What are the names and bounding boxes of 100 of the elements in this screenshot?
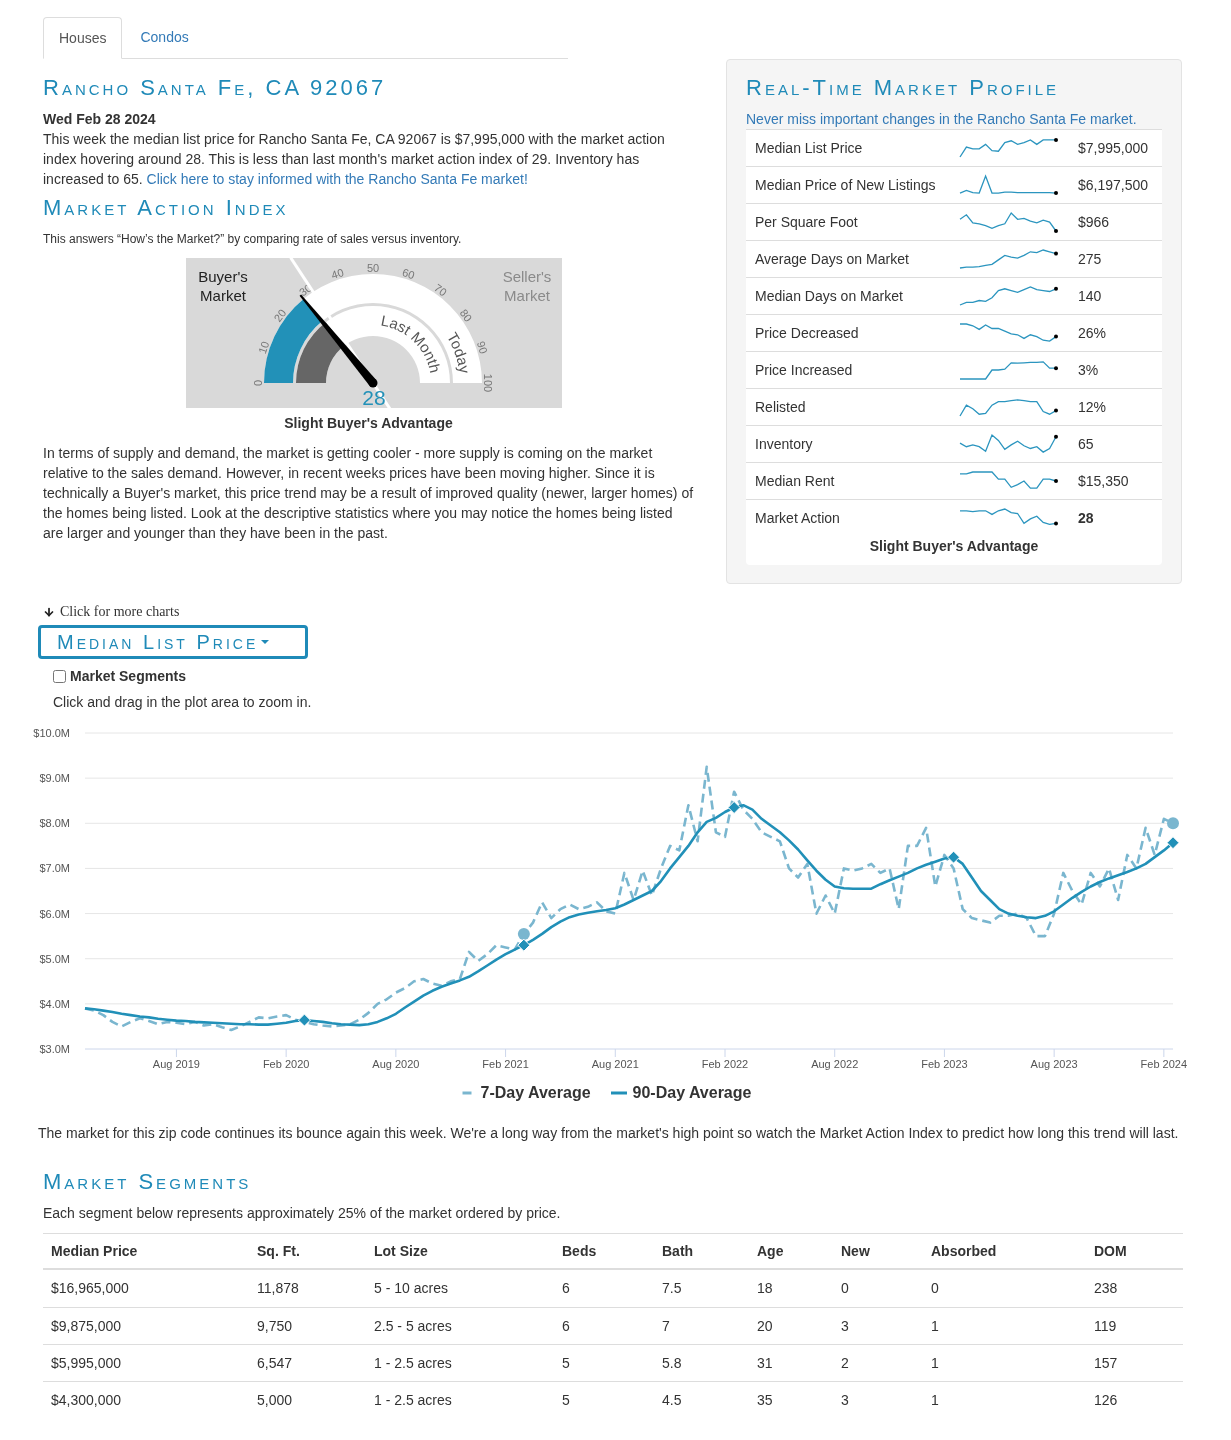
metric-value: 3% <box>1078 360 1099 380</box>
diamond-marker-icon <box>297 1013 311 1027</box>
metric-label: Average Days on Market <box>755 250 909 267</box>
panel-heading: Real-Time Market Profile <box>746 75 1060 101</box>
x-axis-label: Aug 2023 <box>1030 1058 1078 1070</box>
scale-label: 0 <box>254 379 264 387</box>
alerts-link[interactable]: Never miss important changes in the Rancho Santa Fe market. <box>746 109 1137 129</box>
diamond-marker-icon <box>947 850 961 864</box>
scale-label: 90 <box>474 339 490 356</box>
column-header: Median Price <box>51 1242 138 1259</box>
column-header: Lot Size <box>374 1242 428 1259</box>
legend-item[interactable]: 90-Day Average <box>610 1083 752 1103</box>
table-cell: 1 <box>931 1391 939 1408</box>
table-cell: 1 <box>931 1354 939 1371</box>
table-cell: 6 <box>562 1317 570 1334</box>
chart-selector-dropdown[interactable]: Median List Price <box>38 625 308 659</box>
y-axis-label: $9.0M <box>39 772 70 785</box>
table-cell: 6 <box>562 1280 570 1296</box>
analysis-paragraph: In terms of supply and demand, the market is getting cooler - more supply is coming on the market relative to the sales demand. However, in recent weeks prices have been moving higher. Since it is technically a Buyer's market, this price trend may be a result of improved quality (newer, larger homes) of the homes being listed. Look at the descriptive statistics where you may notice the homes being listed are larger and younger than they have been in the past. <box>43 444 694 543</box>
table-cell: $4,300,000 <box>51 1391 122 1408</box>
x-axis-label: Feb 2022 <box>701 1058 749 1070</box>
y-axis-label: $8.0M <box>39 817 70 830</box>
metric-value: 140 <box>1078 286 1102 306</box>
metric-value: $7,995,000 <box>1078 138 1149 158</box>
scale-label: 100 <box>482 373 494 393</box>
metric-value: 275 <box>1078 249 1102 269</box>
y-axis-label: $5.0M <box>39 952 70 965</box>
table-cell: $16,965,000 <box>51 1280 129 1296</box>
table-cell: 1 <box>931 1317 939 1334</box>
x-axis-label: Aug 2021 <box>591 1058 639 1070</box>
metric-label: Price Increased <box>755 361 853 378</box>
metric-label: Median Days on Market <box>755 287 903 304</box>
scale-label: 60 <box>400 266 417 282</box>
column-header: Sq. Ft. <box>257 1242 300 1259</box>
column-header: Bath <box>662 1242 694 1259</box>
table-cell: 7.5 <box>662 1280 682 1296</box>
metric-value: $966 <box>1078 212 1110 232</box>
column-header: Absorbed <box>931 1242 997 1259</box>
y-axis-label: $10.0M <box>33 727 70 739</box>
market-verdict: Slight Buyer's Advantage <box>869 537 1039 556</box>
table-cell: 20 <box>757 1317 773 1334</box>
scale-label: 40 <box>329 266 346 282</box>
table-cell: 0 <box>931 1280 939 1296</box>
y-axis-label: $6.0M <box>39 907 70 920</box>
table-cell: 5,000 <box>257 1391 293 1408</box>
table-cell: 5 <box>562 1354 570 1371</box>
tab[interactable]: Condos <box>124 17 205 58</box>
checkbox-label[interactable]: Market Segments <box>70 668 186 684</box>
table-cell: 18 <box>757 1280 773 1296</box>
table-cell: 157 <box>1094 1354 1118 1371</box>
table-cell: 5 - 10 acres <box>374 1280 448 1296</box>
table-cell: 11,878 <box>257 1280 299 1296</box>
diamond-marker-icon <box>727 801 741 814</box>
metric-value: 12% <box>1078 397 1107 417</box>
x-axis-label: Feb 2021 <box>482 1058 529 1070</box>
scale-label: 10 <box>256 339 272 356</box>
table-cell: 4.5 <box>662 1391 682 1408</box>
date-label: Wed Feb 28 2024 <box>43 110 156 129</box>
metric-label: Per Square Foot <box>755 213 858 230</box>
circle-marker-icon <box>517 927 530 940</box>
metric-label: Market Action <box>755 509 840 526</box>
metric-label: Median Price of New Listings <box>755 176 936 193</box>
x-axis-label: Aug 2019 <box>152 1058 200 1070</box>
metric-value: $6,197,500 <box>1078 175 1149 195</box>
scale-label: 20 <box>271 306 289 324</box>
scale-label: 70 <box>432 281 450 299</box>
more-charts-hint: Click for more charts <box>60 604 180 620</box>
scale-label: 80 <box>457 306 475 324</box>
column-header: DOM <box>1094 1242 1127 1259</box>
table-cell: 1 - 2.5 acres <box>374 1354 452 1371</box>
market-side-label: Buyer's Market <box>197 267 249 305</box>
checkbox[interactable] <box>53 669 66 683</box>
table-cell: 31 <box>757 1354 773 1371</box>
table-cell: 3 <box>841 1317 849 1334</box>
table-cell: 119 <box>1094 1317 1117 1334</box>
section-note: Each segment below represents approximately 25% of the market ordered by price. <box>43 1204 561 1223</box>
newsletter-link[interactable]: Click here to stay informed with the Rancho Santa Fe market! <box>146 171 528 187</box>
metric-label: Median List Price <box>755 139 863 156</box>
y-axis-label: $3.0M <box>39 1043 70 1055</box>
zoom-hint: Click and drag in the plot area to zoom in. <box>53 693 312 711</box>
tab[interactable]: Houses <box>43 17 123 59</box>
table-cell: 3 <box>841 1391 849 1408</box>
x-axis-label: Feb 2020 <box>262 1058 310 1070</box>
legend-item[interactable]: 7-Day Average <box>458 1083 591 1103</box>
x-axis-label: Aug 2022 <box>811 1058 859 1070</box>
section-heading: Market Action Index <box>43 195 289 221</box>
table-cell: 5.8 <box>662 1354 682 1371</box>
table-cell: 1 - 2.5 acres <box>374 1391 452 1408</box>
circle-marker-icon <box>1167 817 1179 830</box>
table-cell: 126 <box>1094 1391 1118 1408</box>
table-cell: $5,995,000 <box>51 1354 122 1371</box>
metric-label: Price Decreased <box>755 324 859 341</box>
gauge-reading: 28 <box>362 385 386 408</box>
metric-value: 65 <box>1078 434 1094 454</box>
x-axis-label: Feb 2023 <box>921 1058 968 1070</box>
diamond-marker-icon <box>517 938 531 952</box>
table-cell: 35 <box>757 1391 773 1408</box>
table-cell: 7 <box>662 1317 670 1334</box>
market-verdict: Slight Buyer's Advantage <box>284 414 453 433</box>
scale-label: 50 <box>366 262 380 274</box>
